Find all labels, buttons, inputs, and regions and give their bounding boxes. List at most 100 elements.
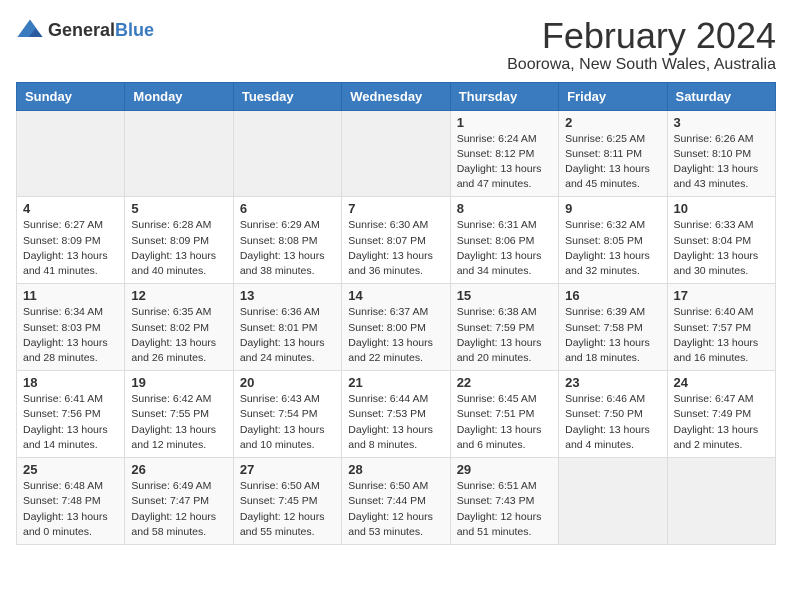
day-number: 18 bbox=[23, 375, 118, 390]
calendar-cell: 15 Sunrise: 6:38 AM Sunset: 7:59 PM Dayli… bbox=[450, 284, 558, 371]
page-subtitle: Boorowa, New South Wales, Australia bbox=[507, 56, 776, 74]
calendar-header-thursday: Thursday bbox=[450, 82, 558, 110]
calendar-cell: 27Sunrise: 6:50 AM Sunset: 7:45 PM Dayli… bbox=[233, 458, 341, 545]
day-number: 25 bbox=[23, 462, 118, 477]
day-info: Sunrise: 6:39 AM Sunset: 7:58 PM Dayligh… bbox=[565, 305, 660, 366]
header: GeneralBlue February 2024 Boorowa, New S… bbox=[16, 16, 776, 74]
calendar-cell: 12Sunrise: 6:35 AM Sunset: 8:02 PM Dayli… bbox=[125, 284, 233, 371]
calendar-cell: 7 Sunrise: 6:30 AM Sunset: 8:07 PM Daylig… bbox=[342, 197, 450, 284]
day-info: Sunrise: 6:46 AM Sunset: 7:50 PM Dayligh… bbox=[565, 392, 660, 453]
day-info: Sunrise: 6:42 AM Sunset: 7:55 PM Dayligh… bbox=[131, 392, 226, 453]
calendar-week-row: 1 Sunrise: 6:24 AM Sunset: 8:12 PM Daylig… bbox=[17, 110, 776, 197]
day-info: Sunrise: 6:47 AM Sunset: 7:49 PM Dayligh… bbox=[674, 392, 769, 453]
calendar-cell: 11 Sunrise: 6:34 AM Sunset: 8:03 PM Dayli… bbox=[17, 284, 125, 371]
title-area: February 2024 Boorowa, New South Wales, … bbox=[507, 16, 776, 74]
calendar-cell: 13 Sunrise: 6:36 AM Sunset: 8:01 PM Dayli… bbox=[233, 284, 341, 371]
day-info: Sunrise: 6:36 AM Sunset: 8:01 PM Dayligh… bbox=[240, 305, 335, 366]
logo: GeneralBlue bbox=[16, 16, 154, 44]
day-number: 16 bbox=[565, 288, 660, 303]
day-number: 8 bbox=[457, 201, 552, 216]
day-number: 23 bbox=[565, 375, 660, 390]
calendar-cell: 22Sunrise: 6:45 AM Sunset: 7:51 PM Dayli… bbox=[450, 371, 558, 458]
day-info: Sunrise: 6:33 AM Sunset: 8:04 PM Dayligh… bbox=[674, 218, 769, 279]
day-number: 10 bbox=[674, 201, 769, 216]
day-info: Sunrise: 6:38 AM Sunset: 7:59 PM Dayligh… bbox=[457, 305, 552, 366]
calendar-cell: 3Sunrise: 6:26 AM Sunset: 8:10 PM Daylig… bbox=[667, 110, 775, 197]
calendar-table: SundayMondayTuesdayWednesdayThursdayFrid… bbox=[16, 82, 776, 545]
calendar-header-wednesday: Wednesday bbox=[342, 82, 450, 110]
logo-text-blue: Blue bbox=[115, 20, 154, 40]
calendar-cell: 18 Sunrise: 6:41 AM Sunset: 7:56 PM Dayli… bbox=[17, 371, 125, 458]
day-number: 2 bbox=[565, 115, 660, 130]
calendar-cell: 8 Sunrise: 6:31 AM Sunset: 8:06 PM Daylig… bbox=[450, 197, 558, 284]
day-number: 14 bbox=[348, 288, 443, 303]
day-number: 5 bbox=[131, 201, 226, 216]
day-info: Sunrise: 6:31 AM Sunset: 8:06 PM Dayligh… bbox=[457, 218, 552, 279]
calendar-header-sunday: Sunday bbox=[17, 82, 125, 110]
calendar-cell: 23 Sunrise: 6:46 AM Sunset: 7:50 PM Dayli… bbox=[559, 371, 667, 458]
calendar-cell: 24 Sunrise: 6:47 AM Sunset: 7:49 PM Dayli… bbox=[667, 371, 775, 458]
calendar-week-row: 25 Sunrise: 6:48 AM Sunset: 7:48 PM Dayli… bbox=[17, 458, 776, 545]
calendar-cell bbox=[342, 110, 450, 197]
calendar-cell: 19 Sunrise: 6:42 AM Sunset: 7:55 PM Dayli… bbox=[125, 371, 233, 458]
calendar-cell bbox=[559, 458, 667, 545]
logo-text-general: General bbox=[48, 20, 115, 40]
day-info: Sunrise: 6:51 AM Sunset: 7:43 PM Dayligh… bbox=[457, 479, 552, 540]
day-info: Sunrise: 6:25 AM Sunset: 8:11 PM Dayligh… bbox=[565, 132, 660, 193]
day-info: Sunrise: 6:34 AM Sunset: 8:03 PM Dayligh… bbox=[23, 305, 118, 366]
calendar-cell: 1 Sunrise: 6:24 AM Sunset: 8:12 PM Daylig… bbox=[450, 110, 558, 197]
day-number: 19 bbox=[131, 375, 226, 390]
day-info: Sunrise: 6:37 AM Sunset: 8:00 PM Dayligh… bbox=[348, 305, 443, 366]
day-info: Sunrise: 6:48 AM Sunset: 7:48 PM Dayligh… bbox=[23, 479, 118, 540]
day-info: Sunrise: 6:24 AM Sunset: 8:12 PM Dayligh… bbox=[457, 132, 552, 193]
day-number: 17 bbox=[674, 288, 769, 303]
calendar-cell bbox=[667, 458, 775, 545]
day-number: 4 bbox=[23, 201, 118, 216]
calendar-week-row: 18 Sunrise: 6:41 AM Sunset: 7:56 PM Dayli… bbox=[17, 371, 776, 458]
calendar-cell: 20Sunrise: 6:43 AM Sunset: 7:54 PM Dayli… bbox=[233, 371, 341, 458]
day-info: Sunrise: 6:50 AM Sunset: 7:44 PM Dayligh… bbox=[348, 479, 443, 540]
calendar-header-monday: Monday bbox=[125, 82, 233, 110]
page-title: February 2024 bbox=[507, 16, 776, 56]
day-number: 9 bbox=[565, 201, 660, 216]
day-number: 7 bbox=[348, 201, 443, 216]
day-number: 21 bbox=[348, 375, 443, 390]
day-number: 27 bbox=[240, 462, 335, 477]
day-number: 12 bbox=[131, 288, 226, 303]
day-info: Sunrise: 6:49 AM Sunset: 7:47 PM Dayligh… bbox=[131, 479, 226, 540]
day-number: 6 bbox=[240, 201, 335, 216]
calendar-cell: 9 Sunrise: 6:32 AM Sunset: 8:05 PM Daylig… bbox=[559, 197, 667, 284]
day-info: Sunrise: 6:32 AM Sunset: 8:05 PM Dayligh… bbox=[565, 218, 660, 279]
calendar-cell bbox=[233, 110, 341, 197]
day-number: 22 bbox=[457, 375, 552, 390]
calendar-cell: 4 Sunrise: 6:27 AM Sunset: 8:09 PM Daylig… bbox=[17, 197, 125, 284]
day-info: Sunrise: 6:43 AM Sunset: 7:54 PM Dayligh… bbox=[240, 392, 335, 453]
calendar-cell: 16 Sunrise: 6:39 AM Sunset: 7:58 PM Dayli… bbox=[559, 284, 667, 371]
day-number: 15 bbox=[457, 288, 552, 303]
day-number: 26 bbox=[131, 462, 226, 477]
day-number: 3 bbox=[674, 115, 769, 130]
day-number: 13 bbox=[240, 288, 335, 303]
calendar-week-row: 11 Sunrise: 6:34 AM Sunset: 8:03 PM Dayli… bbox=[17, 284, 776, 371]
calendar-header-row: SundayMondayTuesdayWednesdayThursdayFrid… bbox=[17, 82, 776, 110]
calendar-cell: 28Sunrise: 6:50 AM Sunset: 7:44 PM Dayli… bbox=[342, 458, 450, 545]
calendar-header-saturday: Saturday bbox=[667, 82, 775, 110]
calendar-cell: 14 Sunrise: 6:37 AM Sunset: 8:00 PM Dayli… bbox=[342, 284, 450, 371]
calendar-cell: 10 Sunrise: 6:33 AM Sunset: 8:04 PM Dayli… bbox=[667, 197, 775, 284]
calendar-header-tuesday: Tuesday bbox=[233, 82, 341, 110]
calendar-cell: 17 Sunrise: 6:40 AM Sunset: 7:57 PM Dayli… bbox=[667, 284, 775, 371]
day-number: 1 bbox=[457, 115, 552, 130]
calendar-header-friday: Friday bbox=[559, 82, 667, 110]
day-number: 24 bbox=[674, 375, 769, 390]
day-info: Sunrise: 6:40 AM Sunset: 7:57 PM Dayligh… bbox=[674, 305, 769, 366]
calendar-week-row: 4 Sunrise: 6:27 AM Sunset: 8:09 PM Daylig… bbox=[17, 197, 776, 284]
day-number: 11 bbox=[23, 288, 118, 303]
calendar-cell bbox=[125, 110, 233, 197]
day-info: Sunrise: 6:41 AM Sunset: 7:56 PM Dayligh… bbox=[23, 392, 118, 453]
calendar-cell: 25 Sunrise: 6:48 AM Sunset: 7:48 PM Dayli… bbox=[17, 458, 125, 545]
calendar-cell: 6Sunrise: 6:29 AM Sunset: 8:08 PM Daylig… bbox=[233, 197, 341, 284]
calendar-cell bbox=[17, 110, 125, 197]
day-info: Sunrise: 6:44 AM Sunset: 7:53 PM Dayligh… bbox=[348, 392, 443, 453]
day-info: Sunrise: 6:30 AM Sunset: 8:07 PM Dayligh… bbox=[348, 218, 443, 279]
day-info: Sunrise: 6:27 AM Sunset: 8:09 PM Dayligh… bbox=[23, 218, 118, 279]
